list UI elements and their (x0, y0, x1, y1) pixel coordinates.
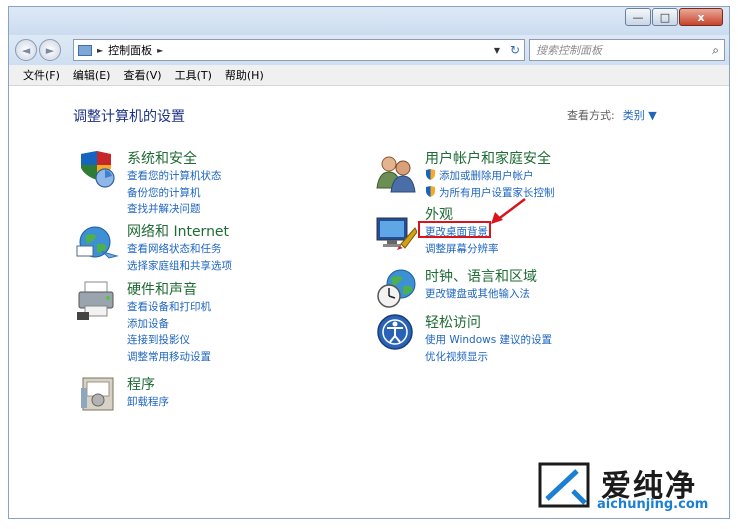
view-by: 查看方式: 类别 ▼ (567, 107, 657, 123)
link-windows-suggested-settings[interactable]: 使用 Windows 建议的设置 (425, 332, 552, 349)
category-title-ease-of-access[interactable]: 轻松访问 (425, 312, 552, 332)
category-programs: 程序 卸载程序 (127, 374, 169, 411)
breadcrumb-separator[interactable]: ► (157, 46, 163, 55)
category-hardware-sound: 硬件和声音 查看设备和打印机 添加设备 连接到投影仪 调整常用移动设置 (127, 279, 211, 365)
category-user-accounts: 用户帐户和家庭安全 添加或删除用户帐户 为所有用户设置家长控制 (425, 148, 555, 201)
address-bar[interactable]: ► 控制面板 ► ▼ ↻ (73, 39, 525, 61)
link-connect-projector[interactable]: 连接到投影仪 (127, 332, 211, 349)
network-globe-icon[interactable] (75, 222, 119, 262)
search-input[interactable]: 搜索控制面板 ⌕ (529, 39, 725, 61)
category-title-hardware-sound[interactable]: 硬件和声音 (127, 279, 211, 299)
watermark-url: aichunjing.com (597, 497, 709, 512)
control-panel-window: — □ x ◄ ► ► 控制面板 ► ▼ ↻ 搜索控制面板 ⌕ 文件(F) 编辑… (8, 6, 730, 519)
category-title-user-accounts[interactable]: 用户帐户和家庭安全 (425, 148, 555, 168)
title-bar: — □ x (9, 7, 729, 35)
programs-icon[interactable] (79, 374, 117, 414)
category-title-clock-region[interactable]: 时钟、语言和区域 (425, 266, 537, 286)
link-uninstall-program[interactable]: 卸载程序 (127, 394, 169, 411)
link-troubleshoot[interactable]: 查找并解决问题 (127, 201, 222, 218)
printer-icon[interactable] (75, 280, 119, 322)
forward-arrow-icon: ► (45, 43, 55, 57)
window-controls: — □ x (624, 8, 723, 26)
category-system-security: 系统和安全 查看您的计算机状态 备份您的计算机 查找并解决问题 (127, 148, 222, 218)
menu-view[interactable]: 查看(V) (123, 67, 161, 83)
link-adjust-resolution[interactable]: 调整屏幕分辨率 (425, 241, 499, 258)
menu-file[interactable]: 文件(F) (23, 67, 60, 83)
red-arrow-annotation (491, 198, 526, 224)
ease-of-access-icon[interactable] (375, 312, 417, 354)
back-arrow-icon: ◄ (21, 43, 31, 57)
menu-tools[interactable]: 工具(T) (175, 67, 212, 83)
link-homegroup[interactable]: 选择家庭组和共享选项 (127, 258, 232, 275)
search-placeholder: 搜索控制面板 (536, 44, 602, 57)
system-security-icon[interactable] (75, 150, 117, 190)
breadcrumb-control-panel[interactable]: 控制面板 (108, 42, 152, 58)
view-by-dropdown[interactable]: 类别 ▼ (623, 109, 657, 122)
page-title: 调整计算机的设置 (73, 109, 185, 125)
search-icon[interactable]: ⌕ (712, 43, 719, 58)
back-button[interactable]: ◄ (15, 39, 37, 61)
category-title-programs[interactable]: 程序 (127, 374, 169, 394)
link-add-remove-users[interactable]: 添加或删除用户帐户 (425, 168, 555, 185)
link-backup-computer[interactable]: 备份您的计算机 (127, 185, 222, 202)
uac-shield-icon (426, 169, 435, 180)
breadcrumb-separator: ► (97, 45, 104, 55)
link-optimize-display[interactable]: 优化视频显示 (425, 349, 552, 366)
forward-button[interactable]: ► (39, 39, 61, 61)
category-network: 网络和 Internet 查看网络状态和任务 选择家庭组和共享选项 (127, 221, 232, 274)
uac-shield-icon (426, 185, 435, 197)
minimize-button[interactable]: — (625, 8, 651, 26)
category-clock-region: 时钟、语言和区域 更改键盘或其他输入法 (425, 266, 537, 303)
watermark-logo-icon (538, 462, 590, 508)
view-by-label: 查看方式: (567, 109, 615, 122)
address-dropdown-icon[interactable]: ▼ (494, 46, 500, 55)
close-button[interactable]: x (679, 8, 723, 26)
navigation-bar: ◄ ► ► 控制面板 ► ▼ ↻ 搜索控制面板 ⌕ (9, 35, 729, 65)
refresh-icon[interactable]: ↻ (510, 43, 520, 57)
menu-bar: 文件(F) 编辑(E) 查看(V) 工具(T) 帮助(H) (9, 65, 729, 86)
menu-help[interactable]: 帮助(H) (225, 67, 264, 83)
appearance-monitor-icon[interactable] (375, 214, 417, 252)
highlight-box (418, 221, 491, 238)
link-devices-printers[interactable]: 查看设备和打印机 (127, 299, 211, 316)
link-mobility-settings[interactable]: 调整常用移动设置 (127, 349, 211, 366)
clock-globe-icon[interactable] (375, 268, 417, 310)
link-add-device[interactable]: 添加设备 (127, 316, 211, 333)
control-panel-icon (78, 44, 92, 56)
link-network-status[interactable]: 查看网络状态和任务 (127, 241, 232, 258)
category-ease-of-access: 轻松访问 使用 Windows 建议的设置 优化视频显示 (425, 312, 552, 365)
link-change-keyboard[interactable]: 更改键盘或其他输入法 (425, 286, 537, 303)
menu-edit[interactable]: 编辑(E) (73, 67, 111, 83)
user-accounts-icon[interactable] (375, 154, 417, 194)
maximize-button[interactable]: □ (652, 8, 678, 26)
main-content: 调整计算机的设置 查看方式: 类别 ▼ 系统和安全 查看您的计算机状态 备份您的计… (9, 86, 729, 518)
category-title-network[interactable]: 网络和 Internet (127, 221, 232, 241)
link-view-computer-status[interactable]: 查看您的计算机状态 (127, 168, 222, 185)
link-add-remove-users-label: 添加或删除用户帐户 (439, 170, 534, 182)
category-title-system-security[interactable]: 系统和安全 (127, 148, 222, 168)
